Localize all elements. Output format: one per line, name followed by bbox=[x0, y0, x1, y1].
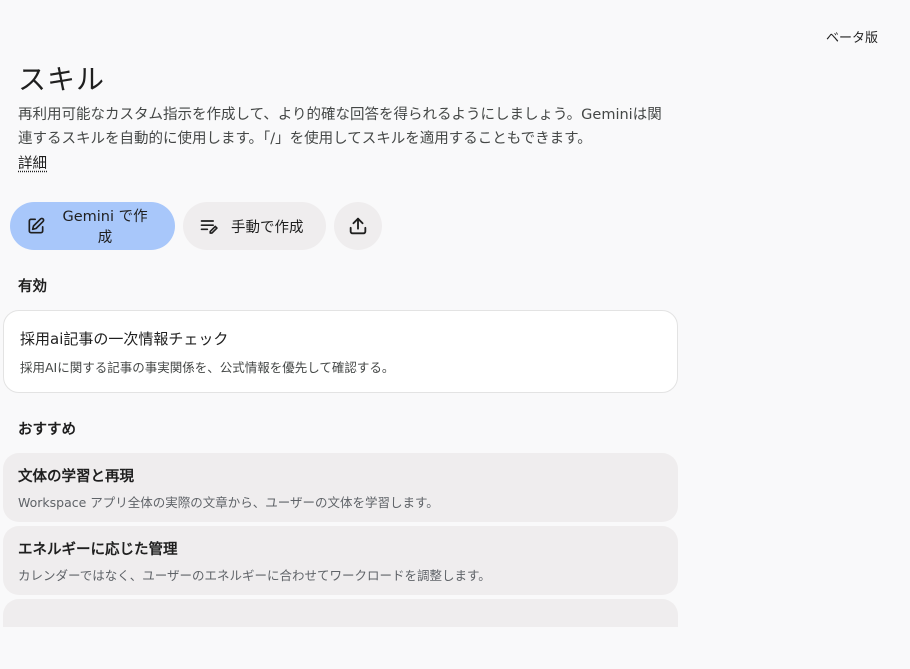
learn-more-link[interactable]: 詳細 bbox=[18, 152, 47, 173]
create-with-gemini-label: Gemini で作成 bbox=[62, 209, 148, 246]
create-with-gemini-button[interactable]: Gemini で作成 bbox=[10, 202, 175, 250]
recommended-skill-card-partial[interactable] bbox=[3, 599, 678, 627]
recommended-section-label: おすすめ bbox=[18, 422, 76, 438]
edit-pencil-icon bbox=[24, 214, 47, 238]
beta-badge: ベータ版 bbox=[825, 31, 878, 46]
active-section-label: 有効 bbox=[18, 279, 47, 295]
create-manually-label: 手動で作成 bbox=[231, 219, 304, 236]
active-skill-card[interactable]: 採用ai記事の一次情報チェック 採用AIに関する記事の事実関係を、公式情報を優先… bbox=[3, 310, 678, 393]
page-title: スキル bbox=[18, 63, 106, 96]
skills-page: ベータ版 スキル 再利用可能なカスタム指示を作成して、より的確な回答を得られるよ… bbox=[0, 0, 910, 669]
skill-description: 採用AIに関する記事の事実関係を、公式情報を優先して確認する。 bbox=[20, 360, 395, 375]
skill-title: エネルギーに応じた管理 bbox=[18, 542, 178, 558]
action-bar: Gemini で作成 手動で作成 bbox=[10, 202, 382, 250]
skill-title: 文体の学習と再現 bbox=[18, 469, 134, 485]
skill-title: 採用ai記事の一次情報チェック bbox=[20, 330, 229, 348]
create-manually-button[interactable]: 手動で作成 bbox=[183, 202, 326, 250]
upload-skill-button[interactable] bbox=[334, 202, 382, 250]
skill-description: カレンダーではなく、ユーザーのエネルギーに合わせてワークロードを調整します。 bbox=[18, 568, 491, 583]
page-description: 再利用可能なカスタム指示を作成して、より的確な回答を得られるようにしましょう。G… bbox=[18, 107, 662, 147]
recommended-skill-card[interactable]: 文体の学習と再現 Workspace アプリ全体の実際の文章から、ユーザーの文体… bbox=[3, 453, 678, 522]
recommended-skill-card[interactable]: エネルギーに応じた管理 カレンダーではなく、ユーザーのエネルギーに合わせてワーク… bbox=[3, 526, 678, 595]
skill-description: Workspace アプリ全体の実際の文章から、ユーザーの文体を学習します。 bbox=[18, 495, 439, 510]
edit-note-icon bbox=[197, 214, 221, 238]
upload-icon bbox=[346, 214, 370, 238]
